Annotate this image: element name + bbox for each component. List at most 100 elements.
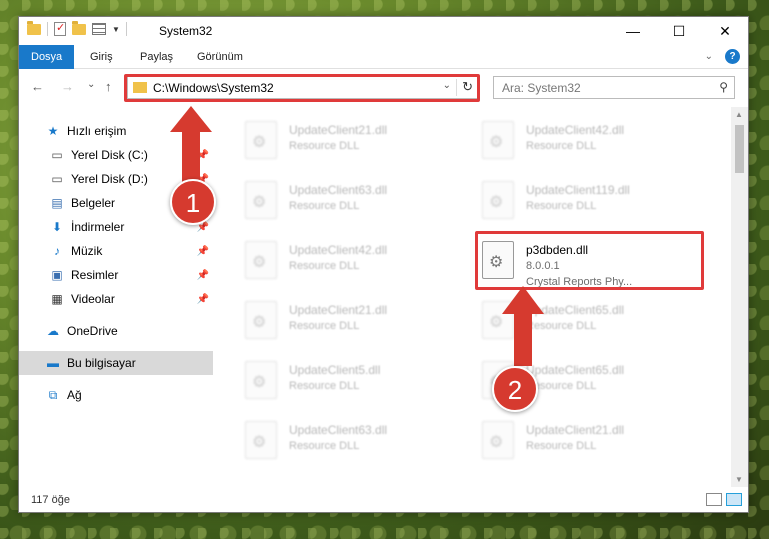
sidebar-item-2[interactable]: ▭ Yerel Disk (C:) 📌 (19, 143, 213, 167)
file-type: Resource DLL (289, 260, 360, 272)
file-type: Resource DLL (289, 200, 360, 212)
tab-share[interactable]: Paylaş (140, 45, 173, 69)
sidebar-item-label: Hızlı erişim (67, 124, 127, 138)
file-list: UpdateClient21.dllResource DLLUpdateClie… (219, 107, 729, 487)
sidebar-item-label: Resimler (71, 268, 119, 282)
file-tile[interactable]: UpdateClient63.dll Resource DLL (239, 175, 467, 227)
file-name: UpdateClient65.dll (526, 303, 625, 317)
file-type: Resource DLL (289, 140, 360, 152)
minimize-button[interactable]: — (610, 17, 656, 45)
pin-icon[interactable]: 📌 (197, 270, 209, 281)
address-highlight-box (124, 74, 480, 102)
sidebar-item-6[interactable]: ♪ Müzik 📌 (19, 239, 213, 263)
tiles-view-icon[interactable] (726, 493, 742, 506)
file-name: UpdateClient119.dll (526, 183, 630, 197)
view-list-icon[interactable] (92, 23, 106, 35)
file-tile[interactable]: UpdateClient65.dll Resource DLL (476, 295, 704, 347)
item-count: 117 öğe (31, 494, 70, 506)
file-name: UpdateClient63.dll (289, 183, 388, 197)
expand-ribbon-chevron-icon[interactable]: ⌄ (705, 51, 713, 62)
tab-view[interactable]: Görünüm (197, 45, 243, 69)
drive-icon: ▭ (51, 172, 63, 186)
sidebar-item-label: Yerel Disk (C:) (71, 148, 148, 162)
scroll-down-icon[interactable]: ▼ (735, 475, 743, 484)
sidebar-item-label: Yerel Disk (D:) (71, 172, 148, 186)
maximize-button[interactable]: ☐ (656, 17, 702, 45)
file-tile[interactable]: UpdateClient21.dll Resource DLL (239, 295, 467, 347)
file-tile[interactable]: UpdateClient42.dll Resource DLL (476, 115, 704, 167)
file-tile[interactable]: UpdateClient5.dll Resource DLL (239, 355, 467, 407)
dll-file-icon (245, 301, 277, 339)
file-type: Resource DLL (289, 440, 360, 452)
network-icon: ⧉ (48, 388, 58, 402)
new-folder-icon[interactable] (72, 20, 86, 35)
toolbar-divider (125, 22, 127, 36)
folder-icon[interactable] (27, 20, 41, 35)
customize-chevron-icon[interactable]: ▼ (112, 25, 120, 34)
vertical-scrollbar[interactable]: ▲ ▼ (731, 107, 748, 487)
dll-file-icon (482, 181, 514, 219)
sidebar-item-1[interactable]: ★ Hızlı erişim (19, 119, 213, 143)
forward-button[interactable]: → (61, 79, 74, 94)
pictures-icon: ▣ (51, 268, 63, 282)
file-name: UpdateClient21.dll (526, 423, 625, 437)
download-icon: ⬇ (51, 220, 63, 234)
sidebar-item-label: Bu bilgisayar (67, 356, 136, 370)
window-title: System32 (159, 24, 213, 38)
file-name: UpdateClient42.dll (526, 123, 625, 137)
music-icon: ♪ (54, 244, 60, 258)
toolbar-divider (47, 22, 48, 36)
dll-file-icon (245, 361, 277, 399)
dll-file-icon (245, 181, 277, 219)
file-tile[interactable]: UpdateClient119.dll Resource DLL (476, 175, 704, 227)
properties-icon[interactable] (54, 21, 66, 36)
recent-locations-button[interactable]: ⌄ (87, 79, 95, 90)
file-name: UpdateClient65.dll (526, 363, 625, 377)
sidebar-item-10[interactable]: ▬ Bu bilgisayar (19, 351, 213, 375)
scrollbar-thumb[interactable] (735, 125, 744, 173)
scroll-up-icon[interactable]: ▲ (735, 110, 743, 119)
sidebar-item-8[interactable]: ▦ Videolar 📌 (19, 287, 213, 311)
drive-icon: ▭ (51, 148, 63, 162)
tab-file[interactable]: Dosya (19, 45, 75, 69)
sidebar-item-label: Videolar (71, 292, 115, 306)
help-icon[interactable]: ? (725, 49, 740, 64)
pin-icon[interactable]: 📌 (197, 150, 209, 161)
sidebar-item-label: Ağ (67, 388, 82, 402)
file-tile[interactable]: UpdateClient21.dll Resource DLL (239, 115, 467, 167)
sidebar-item-11[interactable]: ⧉ Ağ (19, 383, 213, 407)
pin-icon[interactable]: 📌 (197, 246, 209, 257)
step-2-badge: 2 (492, 366, 538, 412)
cloud-icon: ☁ (47, 324, 59, 338)
file-tile[interactable]: UpdateClient21.dll Resource DLL (476, 415, 704, 467)
file-type: Resource DLL (289, 320, 360, 332)
tab-home[interactable]: Giriş (90, 45, 113, 69)
details-view-icon[interactable] (706, 493, 722, 506)
back-button[interactable]: ← (31, 79, 44, 94)
dll-file-icon (245, 421, 277, 459)
video-icon: ▦ (51, 292, 63, 306)
pin-icon[interactable]: 📌 (197, 294, 209, 305)
ribbon-tabs: Dosya Giriş Paylaş Görünüm ⌄ ? (19, 45, 748, 69)
file-tile[interactable]: UpdateClient42.dll Resource DLL (239, 235, 467, 287)
sidebar-item-label: Müzik (71, 244, 103, 258)
navigation-pane: ★ Hızlı erişim ▭ Yerel Disk (C:) 📌 ▭ Yerel Dis… (19, 111, 213, 491)
dll-file-icon (245, 241, 277, 279)
title-bar: ▼ System32 — ☐ ✕ (19, 17, 748, 45)
up-button[interactable]: ↑ (105, 79, 112, 94)
sidebar-item-9[interactable]: ☁ OneDrive (19, 319, 213, 343)
file-name: UpdateClient5.dll (289, 363, 381, 377)
close-button[interactable]: ✕ (702, 17, 748, 45)
search-icon[interactable]: ⚲ (719, 80, 728, 94)
sidebar-item-label: İndirmeler (71, 220, 125, 234)
file-name: UpdateClient21.dll (289, 123, 388, 137)
file-tile[interactable]: UpdateClient63.dll Resource DLL (239, 415, 467, 467)
sidebar-item-7[interactable]: ▣ Resimler 📌 (19, 263, 213, 287)
sidebar-item-label: Belgeler (71, 196, 116, 210)
dll-file-icon (245, 121, 277, 159)
file-name: UpdateClient63.dll (289, 423, 388, 437)
documents-icon: ▤ (51, 196, 63, 210)
file-name: UpdateClient42.dll (289, 243, 388, 257)
dll-file-icon (482, 121, 514, 159)
search-input[interactable]: Ara: System32 ⚲ (493, 76, 735, 99)
